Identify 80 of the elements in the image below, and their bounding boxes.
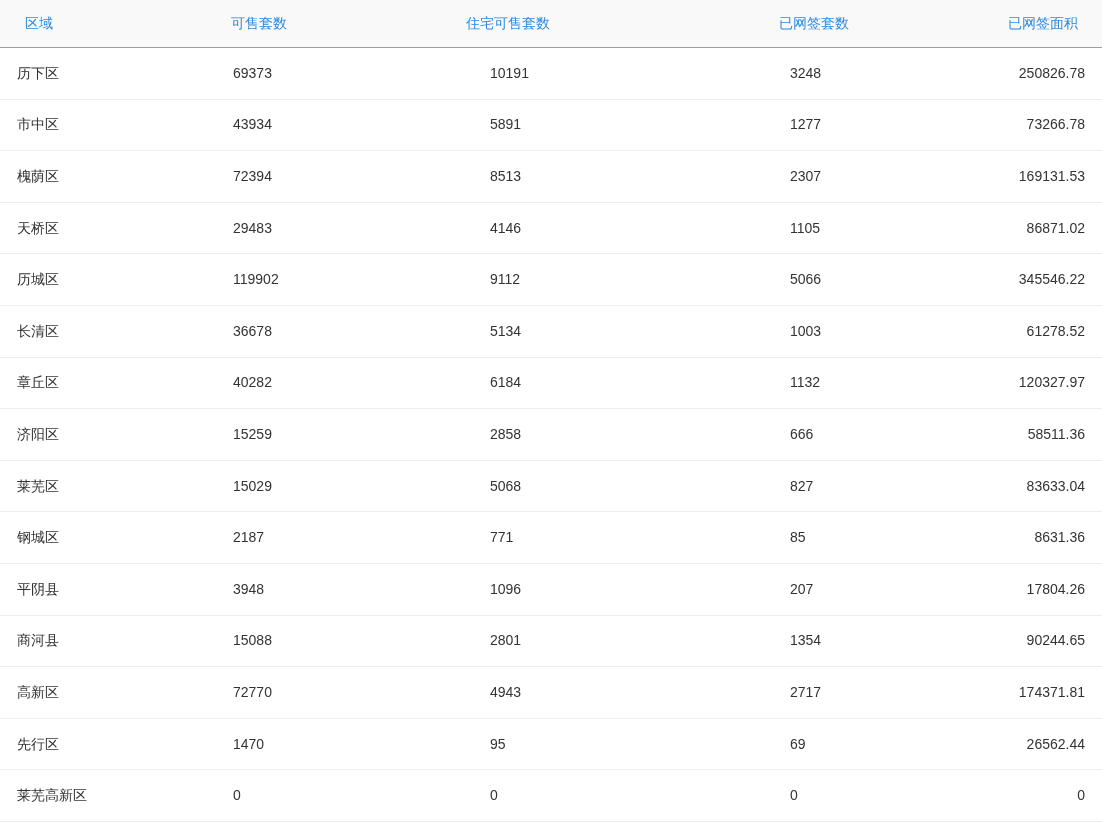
table-cell-text: 40282 [232,373,273,393]
table-cell-text: 666 [789,424,815,444]
table-cell-text: 平阴县 [16,579,60,599]
table-cell-text: 73266.78 [1025,115,1086,135]
table-cell-text: 9112 [489,270,522,290]
table-cell-text: 174371.81 [1017,682,1086,702]
table-cell-text: 58511.36 [1026,424,1086,444]
table-cell-text: 345546.22 [1017,270,1086,290]
table-cell-text: 莱芜区 [16,476,60,496]
table-cell-text: 长清区 [16,321,60,341]
table-cell-text: 槐荫区 [16,167,60,186]
table-cell-text: 95 [489,734,507,754]
table-cell-text: 86871.02 [1025,218,1086,238]
table-cell-text: 2187 [232,528,266,548]
table-cell-text: 827 [789,476,815,496]
table-cell-text: 36678 [232,321,273,341]
column-header: 住宅可售套数 [465,14,551,33]
table-cell-text: 0 [789,786,799,806]
column-header: 已网签面积 [1007,14,1079,33]
table-cell-text: 1003 [789,321,823,341]
table-cell-text: 771 [489,528,515,548]
table-cell-text: 119902 [232,270,280,290]
table-cell-text: 207 [789,579,815,599]
table-cell-text: 61278.52 [1025,321,1086,341]
table-cell-text: 15088 [232,631,273,651]
table-cell-text: 250826.78 [1017,63,1086,83]
table-cell-text: 市中区 [16,115,60,135]
table-cell-text: 29483 [232,218,273,238]
table-cell-text: 5134 [489,321,523,341]
table-cell-text: 1132 [789,373,822,393]
table-cell-text: 商河县 [16,631,60,651]
table-cell-text: 43934 [232,115,273,135]
table-cell-text: 0 [489,786,499,806]
table-cell-text: 莱芜高新区 [16,786,88,806]
table-cell-text: 2858 [489,424,523,444]
table-cell-text: 高新区 [16,682,60,702]
column-header: 可售套数 [230,14,288,33]
table-cell-text: 72770 [232,682,273,702]
table-cell-text: 69 [789,734,807,754]
table-cell-text: 天桥区 [16,218,60,238]
table-cell-text: 169131.53 [1017,167,1086,186]
table-cell-text: 济阳区 [16,424,60,444]
table-cell-text: 4943 [489,682,523,702]
table-cell-text: 4146 [489,218,523,238]
table-cell-text: 1096 [489,579,523,599]
table-cell-text: 8513 [489,167,523,186]
table-cell-text: 120327.97 [1017,373,1086,393]
table-cell-text: 1105 [789,218,822,238]
table-cell-text: 5066 [789,270,823,290]
table-cell-text: 1354 [789,631,823,651]
table-cell-text: 历城区 [16,270,60,290]
table-cell-text: 69373 [232,63,273,83]
table-cell-text: 85 [789,528,807,548]
table-cell-text: 钢城区 [16,528,60,548]
table-cell-text: 26562.44 [1025,734,1086,754]
table-cell-text: 15259 [232,424,273,444]
table-cell-text: 先行区 [16,734,60,754]
table-cell-text: 6184 [489,373,523,393]
table-cell-text: 历下区 [16,63,60,83]
table-cell-text: 83633.04 [1025,476,1086,496]
table-cell-text: 2801 [489,631,523,651]
table-cell-text: 章丘区 [16,373,60,393]
table-cell-text: 1470 [232,734,266,754]
table-cell-text: 15029 [232,476,273,496]
table-cell-text: 3948 [232,579,266,599]
table-cell-text: 0 [232,786,242,806]
column-header: 已网签套数 [778,14,850,33]
table-cell-text: 8631.36 [1033,528,1086,548]
table-cell-text: 2307 [789,167,823,186]
table-cell-text: 17804.26 [1025,579,1086,599]
table-cell-text: 5891 [489,115,523,135]
table-cell-text: 72394 [232,167,273,186]
table-cell-text: 10191 [489,63,530,83]
table-cell-text: 1277 [789,115,823,135]
table-cell-text: 90244.65 [1025,631,1086,651]
column-header: 区域 [24,14,54,33]
table-cell-text: 5068 [489,476,523,496]
table-cell-text: 3248 [789,63,823,83]
table-cell-text: 0 [1076,786,1086,806]
table-cell-text: 2717 [789,682,823,702]
